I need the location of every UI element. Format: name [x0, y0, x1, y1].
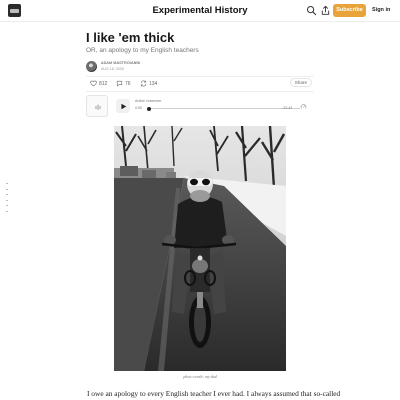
- search-icon[interactable]: [306, 5, 317, 16]
- toc-mark: [6, 210, 8, 212]
- audio-player: Article voiceover 0:00 -22:42: [86, 95, 314, 117]
- post-date: AUG 18, 2026: [101, 67, 124, 71]
- author-avatar[interactable]: [86, 61, 97, 72]
- audio-scrubber[interactable]: [147, 106, 151, 111]
- audio-elapsed: 0:00: [135, 106, 142, 110]
- post-subtitle: OR, an apology to my English teachers: [86, 47, 199, 54]
- comment-count: 76: [125, 80, 131, 87]
- table-of-contents-indicator[interactable]: [6, 183, 10, 216]
- restack-count: 134: [149, 80, 158, 87]
- audio-progress-track[interactable]: [148, 108, 300, 109]
- share-button[interactable]: Share: [289, 78, 312, 87]
- like-button[interactable]: 812: [90, 80, 107, 87]
- like-count: 812: [99, 80, 108, 87]
- toc-mark: [6, 205, 8, 206]
- sign-in-link[interactable]: Sign in: [372, 7, 390, 13]
- play-icon: [121, 103, 127, 109]
- top-navigation-bar: Experimental History Subscribe Sign in: [0, 0, 400, 22]
- toc-mark: [6, 199, 8, 201]
- heart-icon: [90, 80, 97, 87]
- author-name[interactable]: ADAM MASTROIANNI: [101, 61, 141, 65]
- audio-title: Article voiceover: [135, 99, 162, 103]
- playback-speed-icon[interactable]: [300, 103, 307, 110]
- post-title: I like 'em thick: [86, 30, 175, 45]
- subscribe-button[interactable]: Subscribe: [333, 4, 366, 17]
- toc-mark: [6, 183, 8, 184]
- divider: [86, 76, 314, 77]
- audio-waveform-icon: [86, 95, 108, 117]
- comment-icon: [116, 80, 123, 87]
- restack-icon: [140, 80, 147, 87]
- restack-button[interactable]: 134: [140, 80, 157, 87]
- audio-remaining: -22:42: [282, 106, 293, 110]
- article-photo[interactable]: [114, 126, 286, 371]
- play-button[interactable]: [116, 99, 130, 113]
- photo-caption: photo credit: my dad: [183, 374, 217, 379]
- post-actions: 812 76 134 Share: [86, 78, 314, 89]
- comment-button[interactable]: 76: [116, 80, 131, 87]
- toc-mark: [6, 194, 8, 195]
- site-logo[interactable]: [8, 4, 21, 17]
- body-paragraph: I owe an apology to every English teache…: [87, 389, 341, 398]
- divider: [86, 91, 314, 92]
- toc-mark: [6, 188, 8, 190]
- share-icon[interactable]: [320, 5, 331, 16]
- motorcycle-photo: [114, 126, 286, 371]
